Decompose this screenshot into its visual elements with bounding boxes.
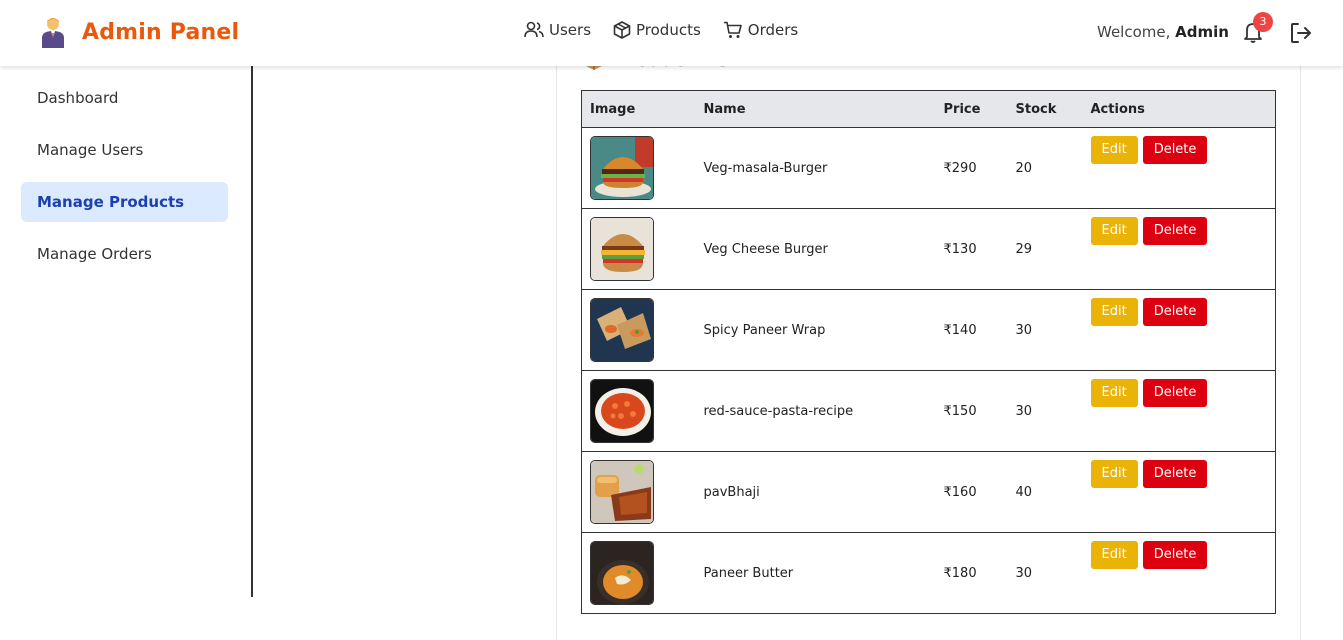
notification-badge: 3 [1253,12,1273,32]
column-header-price: Price [935,90,1008,128]
product-actions: Edit Delete [1082,208,1276,290]
welcome-username: Admin [1175,23,1229,41]
nav-products[interactable]: Products [613,21,701,39]
product-image-cell [581,289,696,371]
product-name: Veg-masala-Burger [695,127,936,209]
product-stock: 30 [1007,289,1083,371]
welcome-prefix: Welcome, [1097,23,1171,41]
sidebar-item-manage-users[interactable]: Manage Users [21,130,228,170]
delete-button[interactable]: Delete [1142,541,1208,569]
product-stock: 30 [1007,370,1083,452]
table-row: pavBhaji ₹160 40 Edit Delete [581,451,1276,533]
paneer-butter-image [590,541,654,605]
product-name: pavBhaji [695,451,936,533]
product-name: red-sauce-pasta-recipe [695,370,936,452]
paneer-wrap-image [590,298,654,362]
delete-button[interactable]: Delete [1142,460,1208,488]
product-price: ₹160 [935,451,1008,533]
nav-users-label: Users [549,21,592,39]
product-image-cell [581,370,696,452]
column-header-name: Name [695,90,936,128]
pav-bhaji-image [590,460,654,524]
logout-button[interactable] [1288,20,1314,46]
product-image-cell [581,451,696,533]
nav-products-label: Products [636,21,701,39]
delete-button[interactable]: Delete [1142,136,1208,164]
brand[interactable]: Admin Panel [38,16,239,48]
table-row: Paneer Butter ₹180 30 Edit Delete [581,532,1276,614]
product-stock: 30 [1007,532,1083,614]
sidebar-item-manage-products[interactable]: Manage Products [21,182,228,222]
pasta-image [590,379,654,443]
product-price: ₹150 [935,370,1008,452]
burger-image [590,136,654,200]
product-price: ₹290 [935,127,1008,209]
column-header-image: Image [581,90,696,128]
edit-button[interactable]: Edit [1090,460,1138,488]
product-image-cell [581,127,696,209]
sidebar: Dashboard Manage Users Manage Products M… [0,66,253,597]
product-image-cell [581,208,696,290]
delete-button[interactable]: Delete [1142,217,1208,245]
product-stock: 29 [1007,208,1083,290]
product-name: Paneer Butter [695,532,936,614]
edit-button[interactable]: Edit [1090,217,1138,245]
edit-button[interactable]: Edit [1090,136,1138,164]
product-stock: 20 [1007,127,1083,209]
table-row: Spicy Paneer Wrap ₹140 30 Edit Delete [581,289,1276,371]
delete-button[interactable]: Delete [1142,379,1208,407]
product-actions: Edit Delete [1082,370,1276,452]
products-table: Image Name Price Stock Actions Veg-masal… [581,90,1276,614]
product-image-cell [581,532,696,614]
product-price: ₹140 [935,289,1008,371]
edit-button[interactable]: Edit [1090,541,1138,569]
users-icon [524,21,544,38]
top-navbar: Admin Panel Users Products Orders Welcom… [0,0,1343,66]
nav-orders-label: Orders [747,21,799,39]
admin-avatar-icon [38,16,68,48]
logout-icon [1291,23,1311,43]
product-name: Veg Cheese Burger [695,208,936,290]
main-nav: Users Products Orders [524,21,820,39]
product-actions: Edit Delete [1082,289,1276,371]
product-price: ₹180 [935,532,1008,614]
welcome-text: Welcome, Admin [1097,23,1229,41]
column-header-stock: Stock [1007,90,1083,128]
app-title: Admin Panel [82,19,240,45]
table-row: Veg-masala-Burger ₹290 20 Edit Delete [581,127,1276,209]
sidebar-item-dashboard[interactable]: Dashboard [21,78,228,118]
edit-button[interactable]: Edit [1090,298,1138,326]
nav-users[interactable]: Users [524,21,591,39]
cheese-burger-image [590,217,654,281]
product-stock: 40 [1007,451,1083,533]
product-actions: Edit Delete [1082,127,1276,209]
product-actions: Edit Delete [1082,532,1276,614]
table-row: red-sauce-pasta-recipe ₹150 30 Edit Delet… [581,370,1276,452]
column-header-actions: Actions [1082,90,1276,128]
box-icon [613,21,631,39]
table-header-row: Image Name Price Stock Actions [581,90,1276,128]
product-name: Spicy Paneer Wrap [695,289,936,371]
product-actions: Edit Delete [1082,451,1276,533]
nav-orders[interactable]: Orders [723,21,798,39]
product-price: ₹130 [935,208,1008,290]
edit-button[interactable]: Edit [1090,379,1138,407]
sidebar-item-manage-orders[interactable]: Manage Orders [21,234,228,274]
delete-button[interactable]: Delete [1142,298,1208,326]
table-row: Veg Cheese Burger ₹130 29 Edit Delete [581,208,1276,290]
cart-icon [723,21,742,38]
